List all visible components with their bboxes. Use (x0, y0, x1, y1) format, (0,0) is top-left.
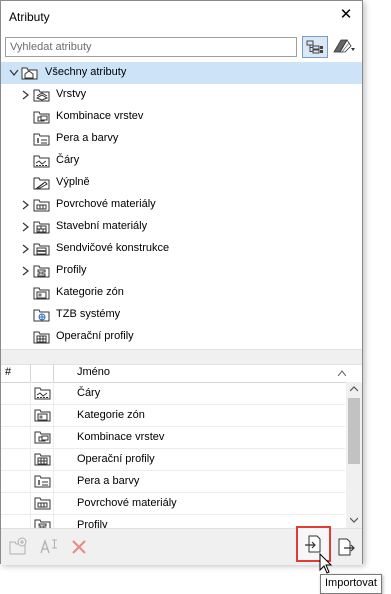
tree-item-povrchove-materialy[interactable]: Povrchové materiály (1, 194, 362, 216)
list-row[interactable]: Profily (1, 514, 345, 528)
tree-view-button[interactable] (302, 36, 328, 58)
list-row-name: Povrchové materiály (77, 497, 177, 509)
list-row[interactable]: Kombinace vrstev (1, 426, 345, 449)
chevron-right-icon[interactable] (20, 243, 30, 255)
filter-view-button[interactable] (331, 36, 357, 58)
tree-item-vyplne[interactable]: Výplně (1, 172, 362, 194)
rename-icon (40, 538, 57, 554)
chevron-right-icon[interactable] (20, 199, 30, 211)
tree-item-label: Povrchové materiály (56, 198, 156, 210)
tree-item-stavebni-materialy[interactable]: Stavební materiály (1, 216, 362, 238)
chevron-right-icon[interactable] (20, 89, 30, 101)
layers-icon (33, 89, 50, 102)
column-divider[interactable] (30, 364, 31, 382)
chevron-right-icon[interactable] (20, 265, 30, 277)
rename-button[interactable] (38, 536, 60, 558)
column-name[interactable]: Jméno (77, 364, 110, 382)
tree-item-vrstvy[interactable]: Vrstvy (1, 84, 362, 106)
tree-item-tzb-systemy[interactable]: TZB systémy (1, 304, 362, 326)
column-number[interactable]: # (5, 364, 11, 382)
attribute-tree: Všechny atributy Vrstvy Kombinace vrstev… (1, 62, 362, 349)
tree-item-label: TZB systémy (56, 308, 121, 320)
close-icon[interactable]: ✕ (338, 7, 354, 23)
tree-item-root[interactable]: Všechny atributy (1, 62, 362, 84)
zone-categories-icon (34, 409, 51, 422)
attribute-list: Čáry Kategorie zón Kombinace vrstev Oper… (1, 382, 345, 528)
list-row[interactable]: Pera a barvy (1, 470, 345, 493)
tree-item-pera-a-barvy[interactable]: Pera a barvy (1, 128, 362, 150)
tree-item-kombinace-vrstev[interactable]: Kombinace vrstev (1, 106, 362, 128)
delete-button[interactable] (68, 536, 90, 558)
tree-item-kategorie-zon[interactable]: Kategorie zón (1, 282, 362, 304)
tree-item-label: Kombinace vrstev (56, 110, 144, 122)
tree-item-operacni-profily[interactable]: Operační profily (1, 326, 362, 348)
surface-materials-icon (33, 199, 50, 212)
list-row[interactable]: Operační profily (1, 448, 345, 471)
tree-item-label: Kategorie zón (56, 286, 124, 298)
tree-item-label: Čáry (56, 154, 80, 166)
list-row-name: Profily (77, 519, 108, 528)
layer-combination-icon (34, 431, 51, 444)
list-header: # Jméno (1, 364, 362, 383)
list-row-name: Kombinace vrstev (77, 431, 165, 443)
list-row-name: Pera a barvy (77, 475, 140, 487)
export-button[interactable] (335, 536, 357, 558)
building-materials-icon (33, 221, 50, 234)
operation-profiles-icon (34, 453, 51, 466)
fills-icon (33, 177, 50, 190)
profiles-icon (34, 519, 51, 528)
scroll-down-icon[interactable] (350, 517, 358, 523)
delete-icon (72, 540, 86, 554)
panel-splitter[interactable] (1, 349, 362, 365)
profiles-icon (33, 265, 50, 278)
tree-item-sendvicove-konstrukce[interactable]: Sendvičové konstrukce (1, 238, 362, 260)
list-row[interactable]: Čáry (1, 382, 345, 405)
tree-item-label: Profily (56, 264, 87, 276)
surface-materials-icon (34, 497, 51, 510)
tooltip: Importovat (320, 574, 382, 594)
composites-icon (33, 243, 50, 256)
zone-categories-icon (33, 287, 50, 300)
tree-item-label: Vrstvy (56, 88, 87, 100)
attributes-window: Atributy ✕ Všechny atributy Vrstv (0, 0, 363, 565)
title-bar: Atributy ✕ (1, 1, 362, 31)
list-row-name: Operační profily (77, 453, 155, 465)
chevron-right-icon[interactable] (20, 221, 30, 233)
mouse-cursor-icon (319, 553, 333, 574)
pens-colors-icon (33, 133, 50, 146)
import-icon (305, 535, 321, 553)
list-row-name: Čáry (77, 387, 101, 399)
new-attribute-icon (9, 537, 27, 555)
tree-item-label: Operační profily (56, 330, 134, 342)
line-types-icon (34, 387, 51, 400)
operation-profiles-icon (33, 331, 50, 344)
new-attribute-button[interactable] (7, 536, 29, 558)
line-types-icon (33, 155, 50, 168)
sort-ascending-icon (338, 370, 346, 376)
tree-item-label: Pera a barvy (56, 132, 119, 144)
scrollbar-thumb[interactable] (348, 398, 360, 464)
export-icon (338, 538, 355, 556)
tree-item-label: Všechny atributy (45, 66, 127, 78)
pens-colors-icon (34, 475, 51, 488)
layer-combination-icon (33, 111, 50, 124)
window-title: Atributy (9, 10, 50, 24)
list-row-name: Kategorie zón (77, 409, 145, 421)
filter-view-icon (333, 39, 355, 53)
list-scrollbar[interactable] (346, 382, 362, 528)
all-attributes-icon (21, 67, 38, 80)
tree-item-label: Výplně (56, 176, 90, 188)
tree-item-label: Stavební materiály (56, 220, 148, 232)
tree-view-icon (306, 40, 323, 54)
column-divider[interactable] (53, 364, 54, 382)
list-row[interactable]: Povrchové materiály (1, 492, 345, 515)
chevron-down-icon[interactable] (9, 67, 19, 79)
list-row[interactable]: Kategorie zón (1, 404, 345, 427)
tree-item-cary[interactable]: Čáry (1, 150, 362, 172)
tree-item-label: Sendvičové konstrukce (56, 242, 170, 254)
mep-systems-icon (33, 309, 50, 322)
search-input[interactable] (5, 37, 297, 57)
tree-item-profily[interactable]: Profily (1, 260, 362, 282)
scroll-up-icon[interactable] (350, 386, 358, 392)
